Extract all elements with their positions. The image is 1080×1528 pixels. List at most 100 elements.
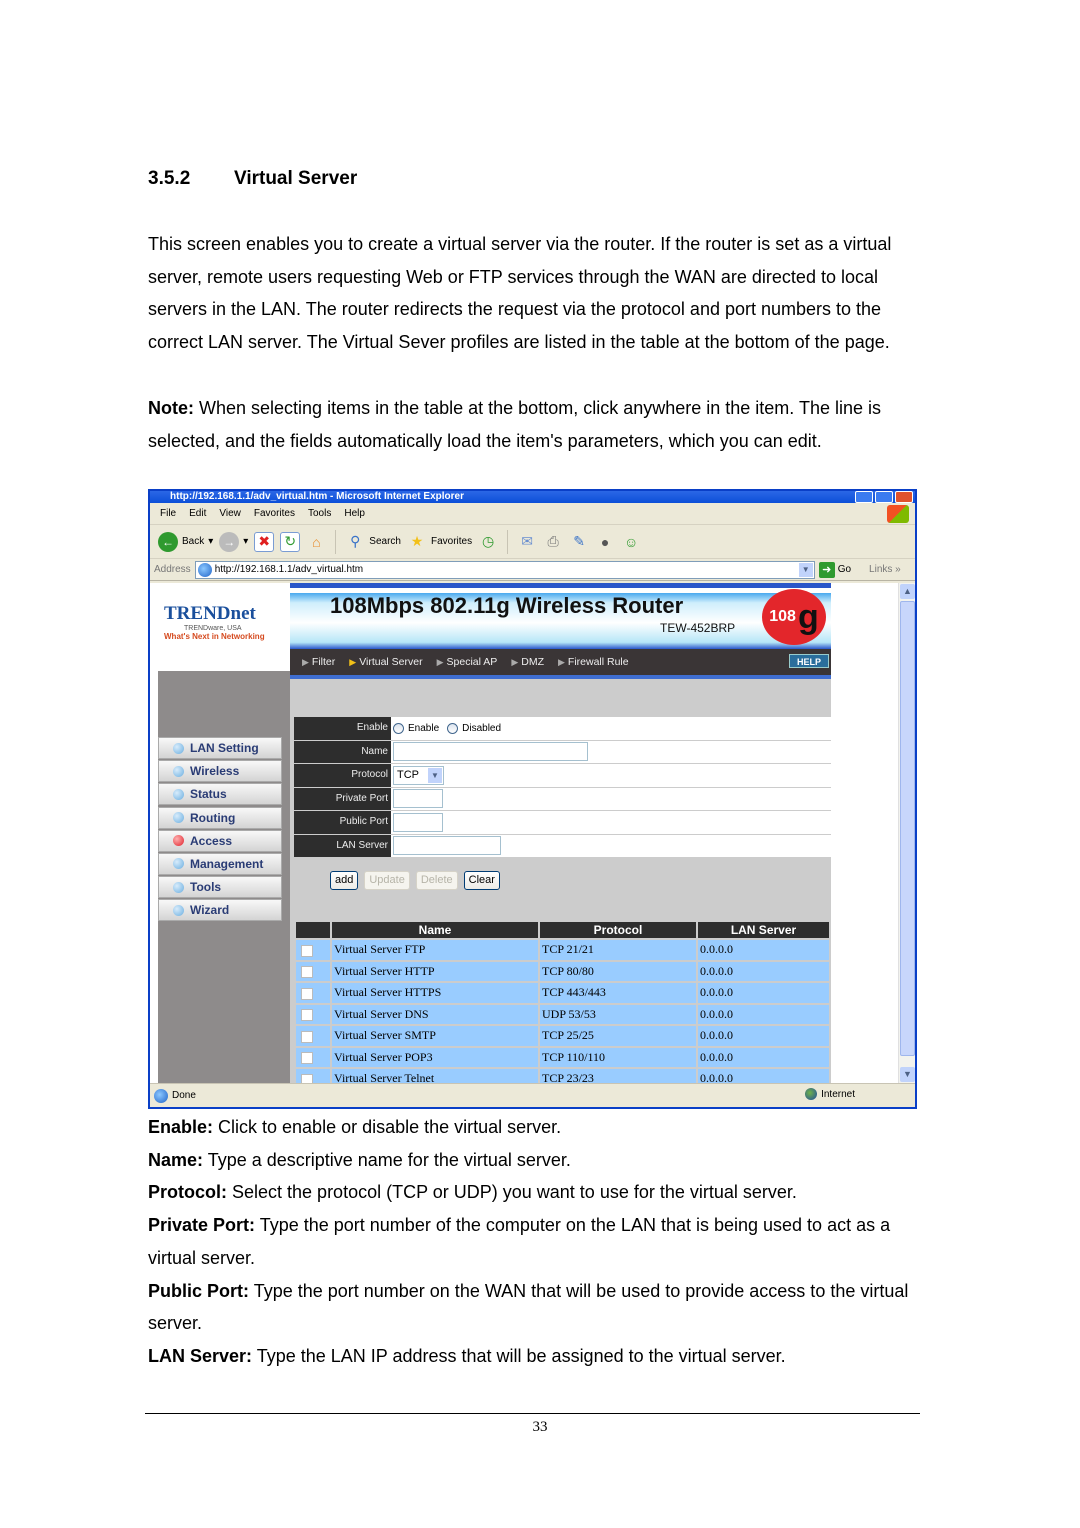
enable-radio[interactable] xyxy=(393,722,404,734)
scroll-up-icon[interactable]: ▲ xyxy=(900,584,915,599)
address-input[interactable]: http://192.168.1.1/adv_virtual.htm ▼ xyxy=(194,560,815,579)
forward-button[interactable]: → ▾ xyxy=(219,531,248,552)
back-button[interactable]: ← Back ▾ xyxy=(158,531,213,552)
tab-firewall-rule[interactable]: ▶ Firewall Rule xyxy=(558,656,629,668)
sidebar-item-access[interactable]: Access xyxy=(158,829,282,852)
browser-window: http://192.168.1.1/adv_virtual.htm - Mic… xyxy=(148,489,917,1109)
scroll-down-icon[interactable]: ▼ xyxy=(900,1067,915,1082)
tab-dmz[interactable]: ▶ DMZ xyxy=(511,656,544,668)
row-checkbox[interactable] xyxy=(301,1030,313,1043)
vertical-scrollbar[interactable]: ▲ ▼ xyxy=(898,583,915,1083)
home-icon[interactable]: ⌂ xyxy=(306,532,326,552)
table-row[interactable]: Virtual Server SMTP TCP 25/25 0.0.0.0 xyxy=(294,1024,831,1048)
menu-edit[interactable]: Edit xyxy=(189,508,206,519)
protocol-cell: TCP 23/23 xyxy=(538,1067,698,1083)
address-dropdown-icon[interactable]: ▼ xyxy=(798,562,813,577)
tab-special-ap[interactable]: ▶ Special AP xyxy=(437,656,498,668)
desc-term: Enable: xyxy=(148,1117,214,1137)
menu-bar: File Edit View Favorites Tools Help xyxy=(150,503,915,525)
help-button[interactable]: HELP xyxy=(789,654,829,668)
sidebar-item-lan-setting[interactable]: LAN Setting xyxy=(158,737,282,759)
tab-label: DMZ xyxy=(521,656,544,668)
links-button[interactable]: Links » xyxy=(869,564,901,575)
table-row[interactable]: Virtual Server Telnet TCP 23/23 0.0.0.0 xyxy=(294,1067,831,1083)
table-row[interactable]: Virtual Server FTP TCP 21/21 0.0.0.0 xyxy=(294,938,831,962)
delete-button[interactable]: Delete xyxy=(415,871,458,890)
favorites-button[interactable]: ★ Favorites xyxy=(407,532,472,552)
refresh-icon[interactable]: ↻ xyxy=(280,531,301,552)
go-arrow-icon: ➜ xyxy=(818,561,835,578)
menu-file[interactable]: File xyxy=(160,508,176,519)
badge-number: 108 xyxy=(769,608,796,625)
tab-label: Special AP xyxy=(446,656,498,668)
address-label: Address xyxy=(154,564,191,575)
back-arrow-icon: ← xyxy=(158,531,178,552)
edit-icon[interactable]: ✎ xyxy=(569,532,589,552)
disabled-radio[interactable] xyxy=(447,722,459,734)
field-descriptions: Enable: Click to enable or disable the v… xyxy=(148,1111,923,1373)
scroll-thumb[interactable] xyxy=(900,601,915,1056)
bullet-icon xyxy=(173,765,184,777)
active-bullet-icon xyxy=(173,835,184,847)
bullet-icon xyxy=(173,881,184,893)
sidebar-item-wizard[interactable]: Wizard xyxy=(158,899,282,922)
table-row[interactable]: Virtual Server DNS UDP 53/53 0.0.0.0 xyxy=(294,1002,831,1026)
stop-icon[interactable]: ✖ xyxy=(254,531,275,552)
lan-server-cell: 0.0.0.0 xyxy=(696,981,831,1005)
row-checkbox[interactable] xyxy=(301,987,313,1000)
clear-button[interactable]: Clear xyxy=(463,871,500,890)
row-checkbox[interactable] xyxy=(301,1052,313,1064)
sidebar-item-routing[interactable]: Routing xyxy=(158,806,282,829)
row-select-cell xyxy=(294,959,332,983)
tab-virtual-server[interactable]: ▶ Virtual Server xyxy=(349,656,422,668)
row-checkbox[interactable] xyxy=(301,966,313,978)
sidebar-item-tools[interactable]: Tools xyxy=(158,876,282,899)
trendnet-logo: TRENDnet TRENDware, USA What's Next in N… xyxy=(158,583,290,671)
add-button[interactable]: add xyxy=(330,871,359,890)
public-port-input[interactable] xyxy=(393,812,443,832)
protocol-column-header: Protocol xyxy=(538,920,698,940)
tab-filter[interactable]: ▶ Filter xyxy=(302,656,335,668)
menu-tools[interactable]: Tools xyxy=(308,508,331,519)
sidebar-item-wireless[interactable]: Wireless xyxy=(158,760,282,783)
desc-text: Select the protocol (TCP or UDP) you wan… xyxy=(227,1182,797,1203)
name-cell: Virtual Server HTTPS xyxy=(330,981,540,1005)
row-checkbox[interactable] xyxy=(301,1073,313,1083)
mail-icon[interactable]: ✉ xyxy=(517,532,537,552)
sidebar-item-management[interactable]: Management xyxy=(158,852,282,875)
update-button[interactable]: Update xyxy=(364,871,410,890)
sidebar-item-status[interactable]: Status xyxy=(158,783,282,806)
name-input[interactable] xyxy=(393,742,588,762)
messenger-icon[interactable]: ☺ xyxy=(621,532,641,552)
desc-term: Protocol: xyxy=(148,1182,227,1203)
sidebar-item-label: LAN Setting xyxy=(190,741,259,755)
private-port-input[interactable] xyxy=(393,789,443,809)
virtual-server-table: Name Protocol LAN Server Virtual Server … xyxy=(294,920,831,1083)
table-row[interactable]: Virtual Server HTTP TCP 80/80 0.0.0.0 xyxy=(294,959,831,983)
select-column-header xyxy=(294,920,332,940)
close-button[interactable] xyxy=(895,491,913,503)
row-checkbox[interactable] xyxy=(301,1009,313,1021)
search-button[interactable]: ⚲ Search xyxy=(345,532,401,552)
sidebar-item-label: Tools xyxy=(190,880,222,895)
discuss-icon[interactable]: ● xyxy=(595,532,615,552)
print-icon[interactable]: ⎙ xyxy=(543,532,563,552)
go-button[interactable]: ➜ Go xyxy=(818,561,851,578)
zone-text: Internet xyxy=(821,1088,855,1100)
minimize-button[interactable] xyxy=(855,491,873,503)
menu-favorites[interactable]: Favorites xyxy=(254,508,295,519)
history-icon[interactable]: ◷ xyxy=(478,532,498,552)
row-checkbox[interactable] xyxy=(301,944,313,957)
maximize-button[interactable] xyxy=(875,491,893,503)
menu-help[interactable]: Help xyxy=(344,508,365,519)
lan-server-cell: 0.0.0.0 xyxy=(696,959,831,983)
lan-server-input[interactable] xyxy=(393,836,501,856)
table-row[interactable]: Virtual Server HTTPS TCP 443/443 0.0.0.0 xyxy=(294,981,831,1005)
table-row[interactable]: Virtual Server POP3 TCP 110/110 0.0.0.0 xyxy=(294,1045,831,1069)
name-cell: Virtual Server SMTP xyxy=(330,1024,540,1048)
desc-text: Type a descriptive name for the virtual … xyxy=(203,1149,571,1170)
browser-title-bar: http://192.168.1.1/adv_virtual.htm - Mic… xyxy=(150,491,915,503)
menu-view[interactable]: View xyxy=(219,508,241,519)
sidebar: LAN Setting Wireless Status Routing Acce… xyxy=(158,671,290,1083)
protocol-select[interactable]: TCP ▼ xyxy=(393,765,444,785)
